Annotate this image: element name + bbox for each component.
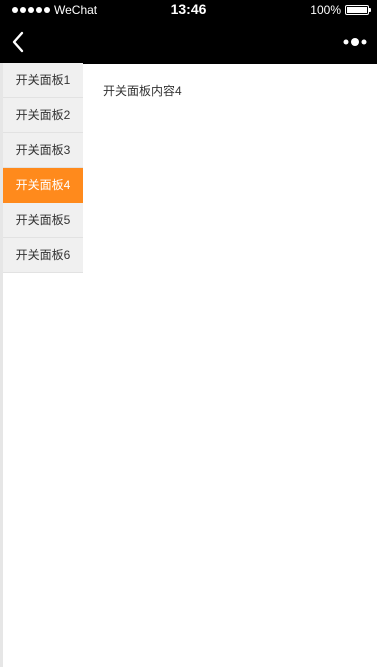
status-bar: WeChat 13:46 100% (0, 0, 377, 20)
sidebar-item-panel-2[interactable]: 开关面板2 (3, 98, 83, 133)
nav-bar (0, 20, 377, 64)
panel-content-text: 开关面板内容4 (103, 84, 182, 98)
sidebar-item-panel-4[interactable]: 开关面板4 (3, 168, 83, 203)
sidebar-item-panel-6[interactable]: 开关面板6 (3, 238, 83, 273)
status-right: 100% (310, 3, 371, 17)
sidebar-item-panel-1[interactable]: 开关面板1 (3, 63, 83, 98)
battery-fill (347, 7, 367, 13)
battery-icon (345, 5, 371, 15)
back-button[interactable] (6, 28, 34, 56)
sidebar: 开关面板1 开关面板2 开关面板3 开关面板4 开关面板5 开关面板6 (3, 63, 83, 273)
sidebar-item-panel-5[interactable]: 开关面板5 (3, 203, 83, 238)
battery-percent: 100% (310, 3, 341, 17)
more-button[interactable] (343, 32, 367, 52)
more-dots-icon (343, 38, 367, 46)
chevron-left-icon (12, 31, 24, 53)
sidebar-item-panel-3[interactable]: 开关面板3 (3, 133, 83, 168)
